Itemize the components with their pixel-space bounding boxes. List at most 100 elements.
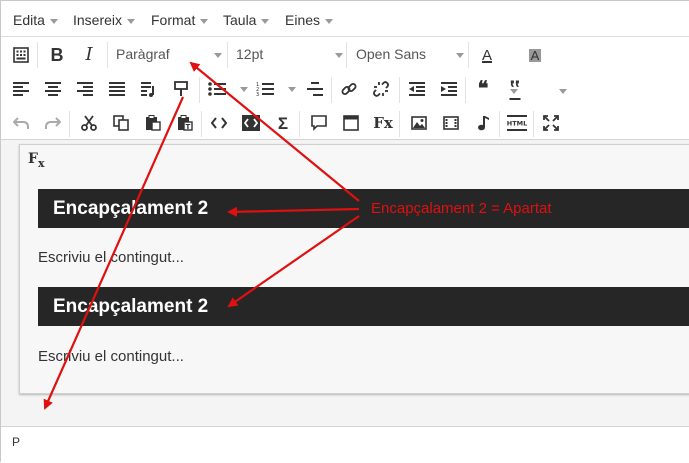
- align-justify-button[interactable]: [105, 77, 129, 101]
- audio-button[interactable]: [471, 111, 495, 135]
- bullet-list-button[interactable]: [205, 77, 229, 101]
- toolbar-row-2: 123 ❝ ‟: [1, 73, 689, 107]
- copy-button[interactable]: [109, 111, 133, 135]
- menu-insereix[interactable]: Insereix: [73, 12, 136, 28]
- element-path[interactable]: P: [12, 435, 20, 449]
- menu-label: Edita: [13, 12, 45, 28]
- blockquote-icon: ❝: [477, 78, 489, 100]
- source-code-button[interactable]: [207, 111, 231, 135]
- caret-down-icon: [261, 18, 270, 24]
- align-center-button[interactable]: [41, 77, 65, 101]
- paragraph-second[interactable]: Escriviu el contingut...: [38, 348, 184, 365]
- paragraph-first[interactable]: Escriviu el contingut...: [38, 249, 184, 266]
- fullscreen-button[interactable]: [539, 111, 563, 135]
- text-color-button[interactable]: A: [475, 43, 499, 67]
- bold-button[interactable]: B: [45, 43, 69, 67]
- toolbar-separator: [201, 111, 202, 137]
- fx-button[interactable]: Fx: [371, 111, 395, 135]
- align-right-icon: [77, 82, 93, 96]
- menu-edita[interactable]: Edita: [13, 12, 58, 28]
- toolbar-separator: [399, 77, 400, 103]
- toolbar-row-1: B I Paràgraf 12pt Open Sans A A: [1, 38, 689, 94]
- align-center-icon: [45, 82, 61, 96]
- block-format-dropdown[interactable]: Paràgraf: [116, 46, 222, 62]
- toolbar-separator: [465, 77, 466, 103]
- indent-icon: [441, 82, 457, 96]
- redo-button[interactable]: [41, 111, 65, 135]
- cite-button[interactable]: ‟: [503, 77, 527, 101]
- scissors-icon: [81, 115, 97, 131]
- styles-icon: [141, 81, 154, 97]
- redo-icon: [45, 117, 61, 129]
- paste-icon: [146, 115, 161, 131]
- cut-button[interactable]: [77, 111, 101, 135]
- undo-button[interactable]: [9, 111, 33, 135]
- heading-2-first[interactable]: Encapçalament 2: [38, 189, 689, 228]
- menu-label: Insereix: [73, 12, 123, 28]
- toolbar-separator: [533, 111, 534, 137]
- numbered-list-icon: 123: [256, 82, 274, 96]
- caret-down-icon[interactable]: [288, 87, 296, 92]
- code-block-icon: [242, 115, 260, 131]
- toolbar-separator: [69, 111, 70, 137]
- caret-down-icon[interactable]: [240, 87, 248, 92]
- code-sample-button[interactable]: [239, 111, 263, 135]
- paste-button[interactable]: [141, 111, 165, 135]
- image-button[interactable]: [407, 111, 431, 135]
- italic-button[interactable]: I: [77, 43, 101, 67]
- toolbar-separator: [299, 111, 300, 137]
- blockquote-button[interactable]: ❝: [471, 77, 495, 101]
- caret-down-icon: [49, 18, 58, 24]
- template-button[interactable]: [339, 111, 363, 135]
- keyboard-icon: [13, 47, 29, 63]
- text-color-icon: A: [481, 46, 492, 64]
- dropdown-value: 12pt: [236, 46, 264, 62]
- styles-button[interactable]: [137, 77, 161, 101]
- numbered-list-button[interactable]: 123: [253, 77, 277, 101]
- unlink-button[interactable]: [369, 77, 393, 101]
- toolbar-separator: [399, 111, 400, 137]
- link-button[interactable]: [337, 77, 361, 101]
- keyboard-button[interactable]: [9, 43, 33, 67]
- music-note-icon: [478, 116, 489, 131]
- menubar: Edita Insereix Format Taula Eines: [1, 1, 689, 37]
- align-left-icon: [13, 82, 29, 96]
- line-height-button[interactable]: [303, 77, 327, 101]
- toolbar-separator: [499, 111, 500, 137]
- font-size-dropdown[interactable]: 12pt: [236, 46, 343, 62]
- html-icon: HTML: [507, 115, 527, 131]
- dropdown-value: Paràgraf: [116, 46, 170, 62]
- comment-icon: [311, 115, 327, 131]
- caret-down-icon: [200, 18, 209, 24]
- toolbar-separator: [107, 42, 108, 68]
- bullet-list-icon: [208, 82, 226, 96]
- window-icon: [343, 115, 359, 131]
- background-color-button[interactable]: A: [523, 43, 547, 67]
- svg-text:3: 3: [256, 92, 259, 96]
- paste-text-icon: T: [178, 115, 193, 131]
- outdent-button[interactable]: [405, 77, 429, 101]
- outdent-icon: [409, 82, 425, 96]
- menu-eines[interactable]: Eines: [285, 12, 334, 28]
- align-right-button[interactable]: [73, 77, 97, 101]
- menu-label: Format: [151, 12, 196, 28]
- menu-taula[interactable]: Taula: [223, 12, 270, 28]
- align-left-button[interactable]: [9, 77, 33, 101]
- copy-icon: [113, 115, 129, 131]
- format-painter-button[interactable]: [169, 77, 193, 101]
- formula-button[interactable]: Σ: [271, 111, 295, 135]
- menu-format[interactable]: Format: [151, 12, 209, 28]
- caret-down-icon: [456, 53, 464, 58]
- italic-icon: I: [85, 44, 93, 65]
- heading-2-second[interactable]: Encapçalament 2: [38, 287, 689, 326]
- video-button[interactable]: [439, 111, 463, 135]
- paste-text-button[interactable]: T: [173, 111, 197, 135]
- comment-button[interactable]: [307, 111, 331, 135]
- svg-text:HTML: HTML: [507, 120, 527, 128]
- caret-down-icon: [214, 53, 222, 58]
- indent-button[interactable]: [437, 77, 461, 101]
- menu-label: Taula: [223, 12, 257, 28]
- font-family-dropdown[interactable]: Open Sans: [356, 46, 464, 62]
- html-button[interactable]: HTML: [505, 111, 529, 135]
- fx-icon: Fx: [373, 113, 393, 132]
